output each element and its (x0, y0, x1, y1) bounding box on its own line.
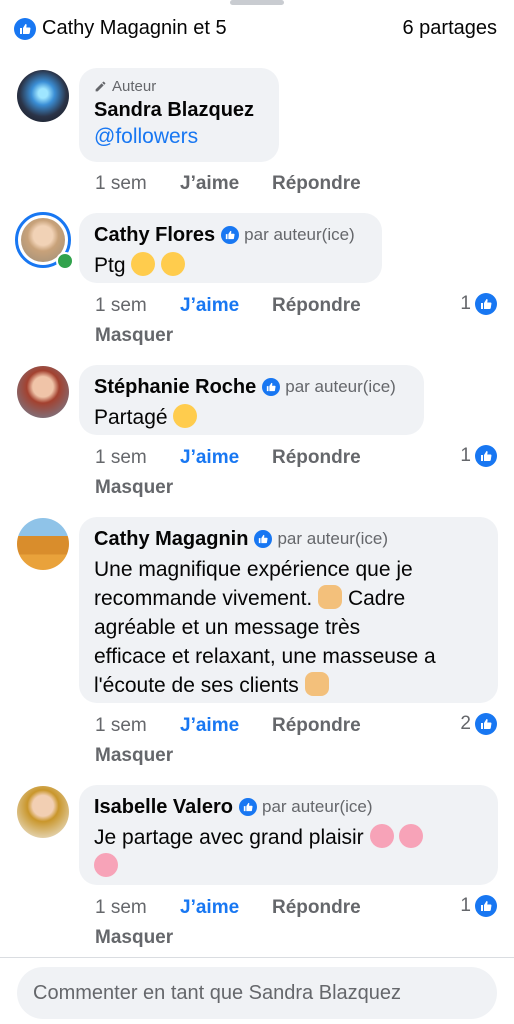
wink-emoji-icon (173, 404, 198, 429)
like-count-number: 1 (460, 293, 471, 314)
comment-text-line: l'écoute de ses clients (94, 671, 482, 700)
comment-text-content: Partagé (94, 406, 168, 429)
comment-author[interactable]: Sandra Blazquez (94, 99, 263, 122)
comment-text-line: agréable et un message très (94, 616, 361, 639)
comment-time[interactable]: 1 sem (95, 295, 147, 317)
like-count[interactable]: 1 (460, 293, 497, 315)
comment-text: Partagé (94, 403, 408, 432)
author-label: Auteur (94, 78, 263, 95)
comment-author[interactable]: Isabelle Valero (94, 795, 233, 819)
reply-button[interactable]: Répondre (272, 295, 361, 317)
comment-text-line: Une magnifique expérience que je (94, 558, 413, 581)
comment-text-fragment: recommande vivement. (94, 587, 313, 610)
thumbs-up-emoji-icon (318, 585, 343, 610)
like-icon (475, 713, 497, 735)
comment-input-placeholder: Commenter en tant que Sandra Blazquez (33, 981, 401, 1004)
like-button[interactable]: J’aime (180, 447, 239, 469)
reactors-link[interactable]: Cathy Magagnin et 5 (42, 17, 227, 40)
comment-bubble[interactable]: Auteur Sandra Blazquez @followers (79, 68, 279, 162)
hide-button[interactable]: Masquer (95, 477, 173, 499)
verified-badge-icon (238, 798, 257, 816)
like-count[interactable]: 2 (460, 713, 497, 735)
liked-by-author-label: par auteur(ice) (244, 225, 355, 244)
comment-text: Ptg (94, 251, 366, 280)
verified-badge-icon (262, 378, 281, 396)
liked-by-author-label: par auteur(ice) (277, 529, 389, 548)
ok-hand-emoji-icon (304, 672, 329, 697)
comment-text-fragment: l'écoute de ses clients (94, 674, 299, 697)
avatar[interactable] (17, 518, 69, 570)
comment-author[interactable]: Cathy Flores (94, 223, 215, 247)
comment-text-content: Ptg (94, 254, 126, 277)
reply-button[interactable]: Répondre (272, 447, 361, 469)
reply-button[interactable]: Répondre (272, 897, 361, 919)
comment-author[interactable]: Stéphanie Roche (94, 375, 256, 399)
like-count[interactable]: 1 (460, 895, 497, 917)
author-label-text: Auteur (112, 78, 157, 95)
like-button[interactable]: J’aime (180, 295, 239, 317)
like-button[interactable]: J’aime (180, 715, 239, 737)
online-status-dot (56, 252, 74, 270)
verified-badge-icon (221, 226, 240, 244)
like-icon (475, 445, 497, 467)
comment-time[interactable]: 1 sem (95, 715, 147, 737)
hide-button[interactable]: Masquer (95, 325, 173, 347)
shares-link[interactable]: 6 partages (402, 17, 497, 40)
hide-button[interactable]: Masquer (95, 745, 173, 767)
liked-by-author-label: par auteur(ice) (261, 797, 373, 816)
like-icon (475, 895, 497, 917)
comment-time[interactable]: 1 sem (95, 897, 147, 919)
wink-emoji-icon (131, 252, 156, 277)
like-icon (475, 293, 497, 315)
avatar[interactable] (17, 786, 69, 838)
comment-author[interactable]: Cathy Magagnin (94, 527, 248, 551)
comment-bubble[interactable]: Isabelle Valero par auteur(ice) Je parta… (79, 785, 498, 885)
comment-input[interactable]: Commenter en tant que Sandra Blazquez (17, 967, 497, 1019)
like-count-number: 2 (460, 713, 471, 734)
smiling-face-with-hearts-emoji-icon (94, 853, 118, 878)
hide-button[interactable]: Masquer (95, 927, 173, 949)
comment-text: Je partage avec grand plaisir (94, 823, 482, 881)
comment-bubble[interactable]: Cathy Flores par auteur(ice) Ptg (79, 213, 382, 283)
liked-by-author-label: par auteur(ice) (285, 377, 396, 396)
comment-time[interactable]: 1 sem (95, 173, 147, 195)
reactions-header: Cathy Magagnin et 5 6 partages (0, 0, 514, 58)
mention-link[interactable]: @followers (94, 125, 263, 149)
divider (0, 957, 514, 958)
avatar[interactable] (17, 366, 69, 418)
comment-text-fragment: Cadre (347, 587, 406, 610)
comment-text-line: recommande vivement. Cadre (94, 584, 482, 613)
like-button[interactable]: J’aime (180, 897, 239, 919)
reply-button[interactable]: Répondre (272, 715, 361, 737)
like-button[interactable]: J’aime (180, 173, 239, 195)
smiling-face-with-hearts-emoji-icon (399, 824, 424, 849)
verified-badge-icon (254, 530, 273, 548)
reply-button[interactable]: Répondre (272, 173, 361, 195)
comment-text: Une magnifique expérience que je recomma… (94, 555, 482, 700)
like-icon (14, 18, 36, 40)
comment-text-line: efficace et relaxant, une masseuse a (94, 645, 436, 668)
kiss-emoji-icon (161, 252, 186, 277)
like-count-number: 1 (460, 895, 471, 916)
avatar[interactable] (17, 70, 69, 122)
comment-bubble[interactable]: Stéphanie Roche par auteur(ice) Partagé (79, 365, 424, 435)
smiling-face-with-hearts-emoji-icon (369, 824, 394, 849)
like-count[interactable]: 1 (460, 445, 497, 467)
comment-bubble[interactable]: Cathy Magagnin par auteur(ice) Une magni… (79, 517, 498, 703)
comment-time[interactable]: 1 sem (95, 447, 147, 469)
like-count-number: 1 (460, 445, 471, 466)
pencil-icon (94, 80, 107, 93)
comment-text-content: Je partage avec grand plaisir (94, 826, 364, 849)
